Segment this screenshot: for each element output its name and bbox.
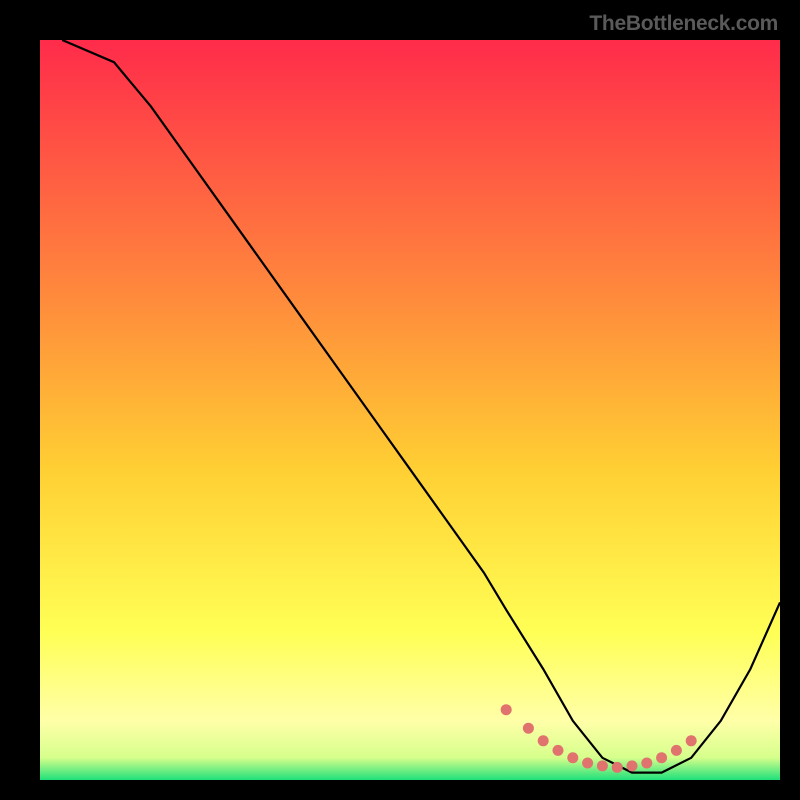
marker-dot: [501, 704, 512, 715]
marker-dot: [627, 760, 638, 771]
chart-frame: TheBottleneck.com: [10, 10, 790, 790]
marker-dot: [671, 745, 682, 756]
marker-dot: [612, 762, 623, 773]
marker-dot: [641, 758, 652, 769]
marker-dot: [686, 735, 697, 746]
marker-dot: [582, 758, 593, 769]
marker-dot: [567, 752, 578, 763]
marker-dot: [553, 745, 564, 756]
watermark-text: TheBottleneck.com: [589, 12, 778, 36]
marker-dot: [538, 735, 549, 746]
marker-dot: [523, 723, 534, 734]
marker-dot: [656, 752, 667, 763]
marker-dot: [597, 760, 608, 771]
bottleneck-chart: [40, 40, 780, 780]
gradient-background: [40, 40, 780, 780]
